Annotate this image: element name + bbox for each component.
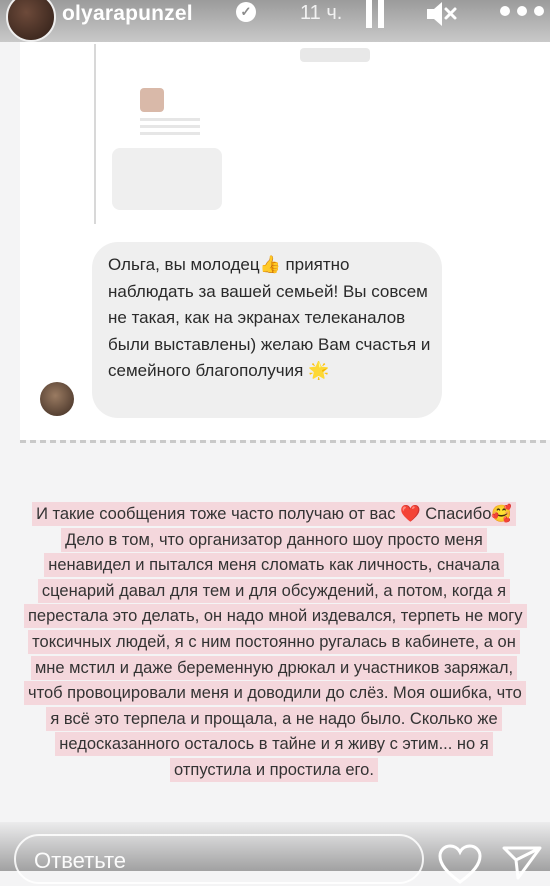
reply-text-block: И такие сообщения тоже часто получаю от … — [24, 502, 527, 784]
send-icon[interactable] — [500, 842, 544, 882]
story-header: olyarapunzel ✓ 11 ч. — [0, 0, 550, 42]
blurred-lines — [140, 118, 200, 136]
mute-icon[interactable] — [424, 0, 458, 30]
reply-input[interactable]: Ответьте — [14, 834, 424, 884]
blurred-header — [300, 48, 370, 62]
post-time: 11 ч. — [300, 2, 343, 24]
verified-icon: ✓ — [236, 2, 256, 22]
more-icon[interactable] — [500, 6, 544, 18]
username[interactable]: olyarapunzel — [62, 2, 193, 26]
reply-text: И такие сообщения тоже часто получаю от … — [24, 502, 527, 782]
pause-icon[interactable] — [366, 0, 386, 28]
heart-icon[interactable] — [436, 842, 484, 886]
blurred-image — [140, 88, 164, 112]
profile-avatar[interactable] — [6, 0, 56, 42]
sender-avatar — [40, 382, 74, 416]
divider — [20, 440, 550, 443]
quoted-message-text: Ольга, вы молодец👍 приятно наблюдать за … — [108, 255, 431, 380]
blurred-message — [112, 148, 222, 210]
thread-line — [94, 44, 96, 224]
